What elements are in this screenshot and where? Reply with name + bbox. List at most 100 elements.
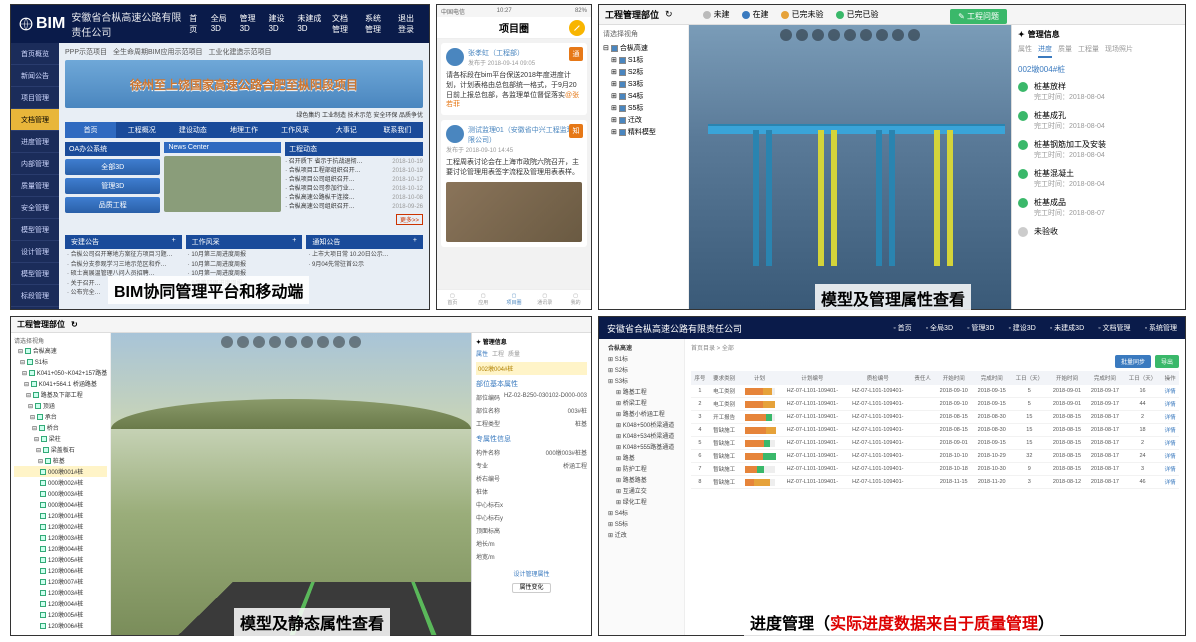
breadcrumb-item[interactable]: PPP示范项目 bbox=[65, 47, 107, 57]
tree-node[interactable]: ⊟ 顶涵 bbox=[14, 400, 107, 411]
tabbar-item[interactable]: ▢项目圈 bbox=[499, 290, 530, 309]
sidebar-item[interactable]: 内部管理 bbox=[11, 153, 59, 175]
list-item[interactable]: · 合枞公司召开寒地方案征方项目习题… bbox=[67, 251, 180, 261]
tree-root[interactable]: 合枞高速 bbox=[602, 342, 681, 353]
tool-icon[interactable] bbox=[285, 336, 297, 348]
oa-button[interactable]: 品质工程 bbox=[65, 197, 160, 213]
tree-node[interactable]: ⊞ 路基工程 bbox=[602, 386, 681, 397]
tree-node[interactable]: ⊞ 互通立交 bbox=[602, 485, 681, 496]
detail-link[interactable]: 详情 bbox=[1165, 454, 1176, 460]
tree-node[interactable]: ⊟ 梁柱 bbox=[14, 433, 107, 444]
menu-item[interactable]: ◦ 建设3D bbox=[1008, 323, 1035, 333]
design-link[interactable]: 设计管理属性 bbox=[476, 569, 587, 578]
tree-node[interactable]: ⊟ 桩基 bbox=[14, 455, 107, 466]
tree-node[interactable]: ⊟ K041+564.1 桥涵路基 bbox=[14, 378, 107, 389]
sidebar-item[interactable]: 文档管理 bbox=[11, 109, 59, 131]
detail-link[interactable]: 详情 bbox=[1165, 389, 1176, 395]
tree-node[interactable]: 120墩005#桩 bbox=[14, 609, 107, 620]
sidebar-item[interactable]: 标段管理 bbox=[11, 285, 59, 307]
sidebar-item[interactable]: 新闻公告 bbox=[11, 65, 59, 87]
tool-icon[interactable] bbox=[301, 336, 313, 348]
tab-attr[interactable]: 属性 bbox=[476, 349, 488, 358]
topmenu-item[interactable]: 系统管理 bbox=[365, 13, 388, 35]
tree-node[interactable]: ⊞ S1标 bbox=[602, 353, 681, 364]
sidebar-item[interactable]: 项目管理 bbox=[11, 87, 59, 109]
tabbar-item[interactable]: ▢首页 bbox=[437, 290, 468, 309]
tree-node[interactable]: ⊞ S1标 bbox=[603, 54, 684, 66]
tree-node[interactable]: 120墩001#桩 bbox=[14, 510, 107, 521]
tree-node[interactable]: ⊞ 精料模型 bbox=[603, 126, 684, 138]
list-item[interactable]: · 10月第三周进度周报 bbox=[188, 251, 301, 261]
breadcrumb-item[interactable]: 全生命周期BIM应用示范项目 bbox=[113, 47, 202, 57]
tree-node[interactable]: ⊟ 桥台 bbox=[14, 422, 107, 433]
tool-icon[interactable] bbox=[892, 29, 904, 41]
attr-change-button[interactable]: 属性变化 bbox=[512, 583, 550, 593]
topmenu-item[interactable]: 退出登录 bbox=[398, 13, 421, 35]
oa-button[interactable]: 全部3D bbox=[65, 159, 160, 175]
tabbar-item[interactable]: ▢通讯录 bbox=[529, 290, 560, 309]
tree-node[interactable]: ⊞ S4标 bbox=[603, 90, 684, 102]
tool-icon[interactable] bbox=[237, 336, 249, 348]
toolbar-button[interactable]: 批量同步 bbox=[1115, 355, 1151, 368]
sidebar-item[interactable]: 设计管理 bbox=[11, 241, 59, 263]
info-tab[interactable]: 进度 bbox=[1038, 44, 1052, 58]
sidebar-item[interactable]: 进度管理 bbox=[11, 131, 59, 153]
tabbar-item[interactable]: ▢我的 bbox=[560, 290, 591, 309]
detail-link[interactable]: 详情 bbox=[1165, 467, 1176, 473]
tab-qc[interactable]: 质量 bbox=[508, 349, 520, 358]
tool-icon[interactable] bbox=[796, 29, 808, 41]
tree-node[interactable]: 120墩007#桩 bbox=[14, 576, 107, 587]
list-item[interactable]: · 10月第二周进度周报 bbox=[188, 261, 301, 271]
tree-node[interactable]: ⊟ 合枞高速 bbox=[14, 345, 107, 356]
tree-node[interactable]: ⊟ K041+050~K042+157路基 bbox=[14, 367, 107, 378]
tree-node[interactable]: ⊞ 迁改 bbox=[602, 529, 681, 540]
sidebar-item[interactable]: 首页概览 bbox=[11, 43, 59, 65]
mobile-feed[interactable]: 通张孝虹（工程部）发布于 2018-09-14 09:05请各标段在bim平台保… bbox=[437, 39, 591, 289]
tab-item[interactable]: 联系我们 bbox=[372, 122, 423, 138]
menu-item[interactable]: ◦ 系统管理 bbox=[1145, 323, 1177, 333]
tree-node[interactable]: 120墩003#桩 bbox=[14, 532, 107, 543]
tool-icon[interactable] bbox=[333, 336, 345, 348]
tab-item[interactable]: 建设动态 bbox=[167, 122, 218, 138]
breadcrumb-item[interactable]: 工业化建造示范项目 bbox=[208, 47, 271, 57]
tree-node[interactable]: ⊟ 路基及下部工程 bbox=[14, 389, 107, 400]
tool-icon[interactable] bbox=[221, 336, 233, 348]
tool-icon[interactable] bbox=[908, 29, 920, 41]
list-item[interactable]: · 合枞分支参观学习三地示范区和乔… bbox=[67, 261, 180, 271]
tree-node[interactable]: 120墩005#桩 bbox=[14, 554, 107, 565]
news-item[interactable]: · 合枞项目公司参加行业…2018-10-12 bbox=[285, 185, 423, 194]
menu-item[interactable]: ◦ 未建成3D bbox=[1050, 323, 1084, 333]
topmenu-item[interactable]: 全局3D bbox=[211, 13, 230, 35]
tree-node[interactable]: ⊞ 迁改 bbox=[603, 114, 684, 126]
action-button[interactable]: ✎ 工程问题 bbox=[950, 9, 1007, 24]
detail-link[interactable]: 详情 bbox=[1165, 480, 1176, 486]
tree-node[interactable]: 120墩006#桩 bbox=[14, 620, 107, 631]
road-viewport[interactable] bbox=[111, 333, 471, 635]
tool-icon[interactable] bbox=[253, 336, 265, 348]
tab-item[interactable]: 大事记 bbox=[321, 122, 372, 138]
tree-node[interactable]: ⊞ K048+555路基通道 bbox=[602, 441, 681, 452]
info-tab[interactable]: 现场照片 bbox=[1105, 44, 1133, 58]
tree-node[interactable]: ⊞ S2标 bbox=[603, 66, 684, 78]
tabbar-item[interactable]: ▢应用 bbox=[468, 290, 499, 309]
tree-node[interactable]: ⊞ 路基路基 bbox=[602, 474, 681, 485]
tree-node[interactable]: ⊞ S3标 bbox=[602, 375, 681, 386]
menu-item[interactable]: ◦ 全局3D bbox=[926, 323, 953, 333]
tab-item[interactable]: 工作风采 bbox=[270, 122, 321, 138]
tree-node[interactable]: 120墩002#桩 bbox=[14, 521, 107, 532]
oa-button[interactable]: 管理3D bbox=[65, 178, 160, 194]
tree-node[interactable]: ⊟ 承台 bbox=[14, 411, 107, 422]
tree-node[interactable]: 120墩003#桩 bbox=[14, 587, 107, 598]
more-link[interactable]: 更多>> bbox=[396, 214, 423, 225]
tree-node[interactable]: ⊞ S4标 bbox=[602, 507, 681, 518]
tree-node[interactable]: ⊟ 梁盖板石 bbox=[14, 444, 107, 455]
news-item[interactable]: · 合枞项目工程部组织召开…2018-10-19 bbox=[285, 167, 423, 176]
tree-node[interactable]: ⊞ 绿化工程 bbox=[602, 496, 681, 507]
tool-icon[interactable] bbox=[317, 336, 329, 348]
topmenu-item[interactable]: 首页 bbox=[189, 13, 201, 35]
tree-node[interactable]: ⊞ S3标 bbox=[603, 78, 684, 90]
tab-item[interactable]: 工程概况 bbox=[116, 122, 167, 138]
list-item[interactable]: · 上市大项日常 10.20日公示… bbox=[308, 251, 421, 261]
detail-link[interactable]: 详情 bbox=[1165, 441, 1176, 447]
tool-icon[interactable] bbox=[349, 336, 361, 348]
